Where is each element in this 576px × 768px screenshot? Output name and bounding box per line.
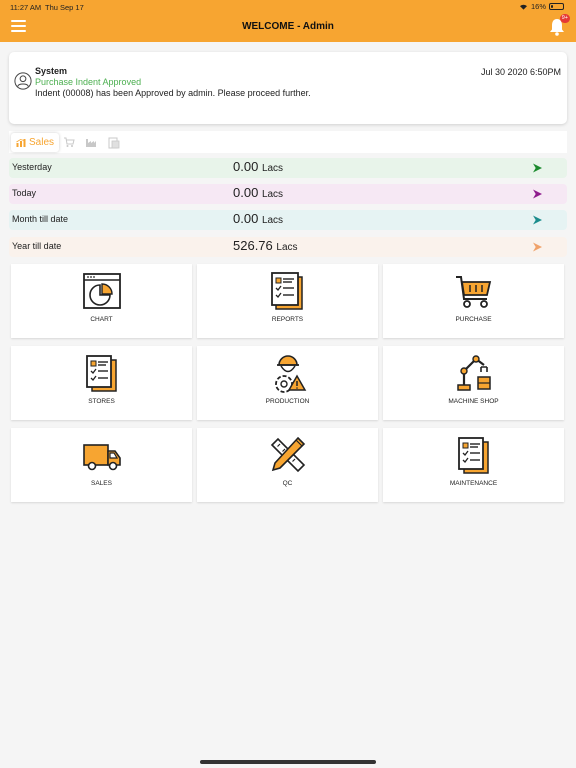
module-label: PURCHASE	[455, 316, 492, 323]
arrow-right-icon[interactable]	[533, 215, 542, 225]
status-indicators: 16%	[519, 2, 564, 11]
status-time: 11:27 AM	[10, 3, 42, 12]
robot-arm-icon	[457, 355, 491, 391]
notification-subject: Purchase Indent Approved	[35, 77, 142, 87]
battery-percent: 16%	[530, 2, 546, 11]
page-title: WELCOME - Admin	[242, 21, 334, 32]
module-label: STORES	[88, 398, 115, 405]
battery-icon	[549, 3, 564, 10]
factory-icon	[86, 139, 96, 147]
delivery-truck-icon	[83, 444, 121, 471]
arrow-right-icon[interactable]	[533, 242, 542, 252]
module-label: MACHINE SHOP	[448, 398, 499, 405]
arrow-right-icon[interactable]	[533, 163, 542, 173]
pie-chart-icon	[83, 273, 121, 309]
row-label: Year till date	[12, 241, 62, 251]
status-bar: 11:27 AM Thu Sep 17 16%	[0, 0, 576, 14]
notification-card[interactable]: System Purchase Indent Approved Indent (…	[9, 52, 567, 124]
tab-purchase[interactable]	[60, 133, 78, 152]
module-label: REPORTS	[271, 316, 304, 323]
notification-body: Indent (00008) has been Approved by admi…	[35, 88, 311, 98]
row-label: Month till date	[12, 214, 69, 224]
row-value: 0.00 Lacs	[233, 211, 284, 226]
module-tile-machine-shop[interactable]: MACHINE SHOP	[383, 346, 564, 420]
module-tile-purchase[interactable]: PURCHASE	[383, 264, 564, 338]
cart-icon	[64, 137, 75, 147]
module-label: SALES	[91, 480, 112, 487]
notification-badge: 9+	[559, 14, 570, 23]
home-indicator[interactable]	[200, 760, 376, 764]
status-date: Thu Sep 17	[45, 3, 84, 12]
worker-gear-icon	[275, 355, 307, 393]
module-tile-chart[interactable]: CHART	[11, 264, 192, 338]
document-icon	[108, 137, 120, 148]
module-label: QC	[282, 480, 293, 487]
module-tile-production[interactable]: PRODUCTION	[197, 346, 378, 420]
summary-row-yesterday[interactable]: Yesterday 0.00 Lacs	[9, 158, 567, 178]
row-value: 526.76 Lacs	[233, 238, 298, 253]
notification-bell-button[interactable]: 9+	[548, 14, 570, 37]
user-avatar-icon	[14, 72, 32, 90]
tab-sales-label: Sales	[28, 137, 54, 148]
module-tile-stores[interactable]: STORES	[11, 346, 192, 420]
summary-row-year-till-date[interactable]: Year till date 526.76 Lacs	[9, 237, 567, 257]
ruler-pencil-icon	[270, 436, 306, 473]
module-label: PRODUCTION	[265, 398, 310, 405]
module-tile-sales[interactable]: SALES	[11, 428, 192, 502]
module-tile-qc[interactable]: QC	[197, 428, 378, 502]
tab-sales[interactable]: Sales	[11, 133, 59, 152]
module-tile-maintenance[interactable]: MAINTENANCE	[383, 428, 564, 502]
row-label: Yesterday	[12, 162, 52, 172]
module-tile-reports[interactable]: REPORTS	[197, 264, 378, 338]
bar-chart-icon	[16, 139, 26, 147]
notification-datetime: Jul 30 2020 6:50PM	[480, 67, 561, 77]
arrow-right-icon[interactable]	[533, 189, 542, 199]
tab-documents[interactable]	[104, 133, 124, 152]
battery-level	[551, 5, 553, 8]
checklist-icon	[86, 355, 117, 392]
clipboard-icon	[458, 437, 489, 474]
module-label: CHART	[90, 316, 113, 323]
tab-production[interactable]	[82, 133, 100, 152]
dashboard-tabs: Sales	[9, 131, 567, 153]
summary-row-month-till-date[interactable]: Month till date 0.00 Lacs	[9, 210, 567, 230]
row-label: Today	[12, 188, 37, 198]
row-value: 0.00 Lacs	[233, 185, 284, 200]
notification-sender: System	[35, 66, 68, 76]
module-label: MAINTENANCE	[449, 480, 498, 487]
wifi-icon	[519, 4, 527, 10]
summary-row-today[interactable]: Today 0.00 Lacs	[9, 184, 567, 204]
report-icon	[271, 272, 303, 310]
row-value: 0.00 Lacs	[233, 159, 284, 174]
shopping-cart-icon	[456, 276, 492, 308]
